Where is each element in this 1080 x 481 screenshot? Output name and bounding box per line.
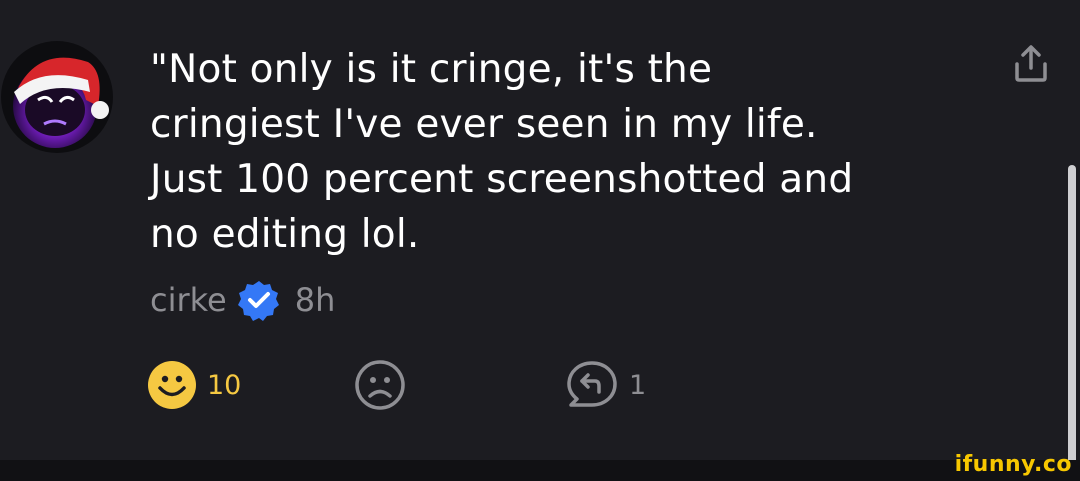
bottom-bar [0,460,1080,481]
comment-time: 8h [294,281,336,319]
santa-hat-avatar-icon[interactable] [0,40,115,155]
smile-icon [148,361,196,409]
comment-meta: cirke 8h [150,278,335,322]
comment-text: "Not only is it cringe, it's the cringie… [150,42,970,262]
comment-line: "Not only is it cringe, it's the [150,47,713,92]
watermark: ifunny.co [954,452,1072,477]
reply-count: 1 [629,369,647,401]
dislike-button[interactable] [354,359,406,411]
reply-button[interactable]: 1 [565,359,646,411]
comment-line: no editing lol. [150,212,420,257]
comment-line: cringiest I've ever seen in my life. [150,102,818,147]
comment-screen: "Not only is it cringe, it's the cringie… [0,0,1080,481]
like-button[interactable]: 10 [147,359,241,411]
reply-icon [567,361,617,407]
scrollbar[interactable] [1068,165,1076,465]
verified-badge-icon [237,281,279,321]
like-count: 10 [207,369,242,401]
comment-line: Just 100 percent screenshotted and [150,157,854,202]
share-icon[interactable] [1011,44,1051,84]
frown-icon [355,360,405,410]
author-name[interactable]: cirke [150,281,227,319]
